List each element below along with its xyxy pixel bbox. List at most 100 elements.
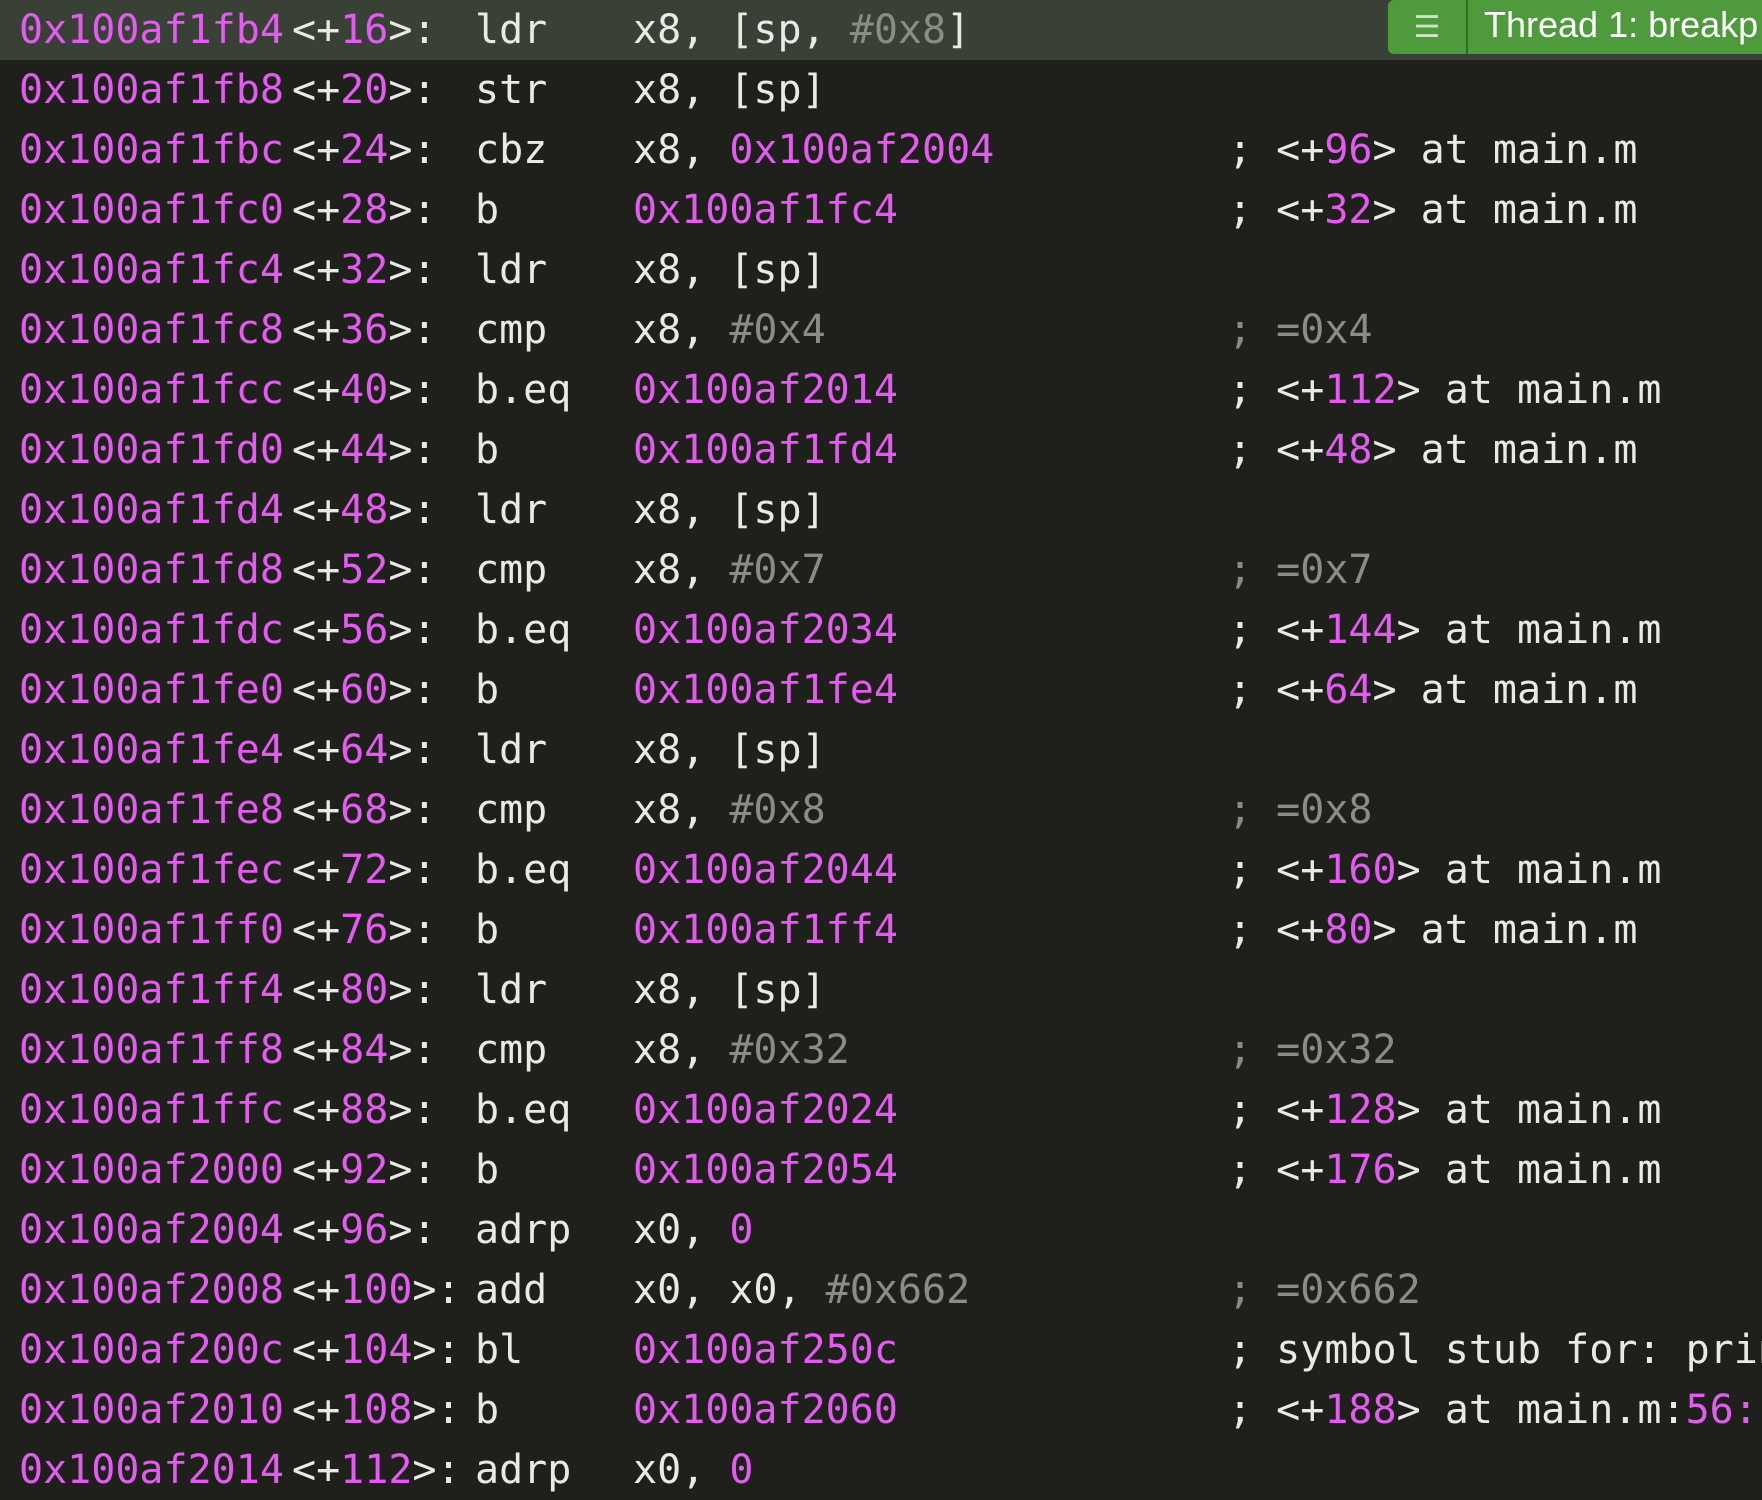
- instruction-address[interactable]: 0x100af1ff4: [19, 960, 284, 1020]
- instruction-address[interactable]: 0x100af2000: [19, 1140, 284, 1200]
- operand-target-address[interactable]: 0x100af1fe4: [633, 667, 898, 713]
- instruction-row[interactable]: 0x100af1fc8 <+36>: cmp x8, #0x4 ; =0x4: [0, 300, 1762, 360]
- operand-registers: x8, [sp]: [633, 967, 826, 1013]
- instruction-row[interactable]: 0x100af1ffc <+88>: b.eq 0x100af2024; <+128>…: [0, 1080, 1762, 1140]
- instruction-address[interactable]: 0x100af1fc4: [19, 240, 284, 300]
- instruction-offset: <+40>:: [292, 360, 437, 420]
- operand-target-address[interactable]: 0x100af1ff4: [633, 907, 898, 953]
- offset-prefix: <+: [292, 307, 341, 353]
- instruction-row[interactable]: 0x100af1fec <+72>: b.eq 0x100af2044; <+160>…: [0, 840, 1762, 900]
- instruction-address[interactable]: 0x100af1fb4: [19, 0, 284, 60]
- instruction-address[interactable]: 0x100af1fd0: [19, 420, 284, 480]
- instruction-address[interactable]: 0x100af1fec: [19, 840, 284, 900]
- instruction-row[interactable]: 0x100af200c <+104>: bl 0x100af250c; symbol …: [0, 1320, 1762, 1380]
- comment-offset-number: 112: [1324, 367, 1397, 413]
- instruction-row[interactable]: 0x100af1fe0 <+60>: b 0x100af1fe4; <+64> at …: [0, 660, 1762, 720]
- instruction-row[interactable]: 0x100af1fc4 <+32>: ldr x8, [sp]: [0, 240, 1762, 300]
- comment-semicolon: ;: [1228, 667, 1253, 713]
- instruction-address[interactable]: 0x100af1fd8: [19, 540, 284, 600]
- operand-target-address[interactable]: 0x100af2044: [633, 847, 898, 893]
- offset-number: 72: [340, 847, 389, 893]
- instruction-address[interactable]: 0x100af1ffc: [19, 1080, 284, 1140]
- operand-target-address[interactable]: 0x100af1fc4: [633, 187, 898, 233]
- instruction-address[interactable]: 0x100af1fe0: [19, 660, 284, 720]
- comment-location: > at main.m: [1372, 667, 1638, 713]
- operand-target-address[interactable]: 0x100af2054: [633, 1147, 898, 1193]
- instruction-address[interactable]: 0x100af2004: [19, 1200, 284, 1260]
- instruction-row[interactable]: 0x100af1fb8 <+20>: str x8, [sp]: [0, 60, 1762, 120]
- comment-offset-number: 96: [1324, 127, 1373, 173]
- instruction-address[interactable]: 0x100af1fc0: [19, 180, 284, 240]
- instruction-row[interactable]: 0x100af1ff8 <+84>: cmp x8, #0x32 ; =0x32: [0, 1020, 1762, 1080]
- instruction-offset: <+108>:: [292, 1380, 461, 1440]
- instruction-address[interactable]: 0x100af1fe4: [19, 720, 284, 780]
- offset-prefix: <+: [292, 367, 341, 413]
- instruction-mnemonic: cmp: [475, 547, 548, 593]
- operand-target-address[interactable]: 0x100af2024: [633, 1087, 898, 1133]
- instruction-address[interactable]: 0x100af1ff8: [19, 1020, 284, 1080]
- operand-target-address[interactable]: 0x100af2034: [633, 607, 898, 653]
- instruction-operands: 0x100af2024: [633, 1080, 898, 1140]
- instruction-row[interactable]: 0x100af1fd8 <+52>: cmp x8, #0x7 ; =0x7: [0, 540, 1762, 600]
- instruction-mnemonic: ldr: [475, 727, 548, 773]
- instruction-row[interactable]: 0x100af1fe8 <+68>: cmp x8, #0x8 ; =0x8: [0, 780, 1762, 840]
- offset-prefix: <+: [292, 1147, 341, 1193]
- instruction-operands: x8, [sp]: [633, 60, 826, 120]
- thread-breakpoint-badge[interactable]: ☰ Thread 1: breakp: [1388, 0, 1762, 54]
- instruction-address[interactable]: 0x100af200c: [19, 1320, 284, 1380]
- instruction-address[interactable]: 0x100af1fd4: [19, 480, 284, 540]
- instruction-offset: <+60>:: [292, 660, 437, 720]
- offset-suffix: >:: [388, 1027, 437, 1073]
- instruction-comment: ; <+160> at main.m: [1228, 840, 1662, 900]
- operand-target-address[interactable]: 0x100af2014: [633, 367, 898, 413]
- instruction-row[interactable]: 0x100af2004 <+96>: adrp x0, 0: [0, 1200, 1762, 1260]
- offset-prefix: <+: [292, 187, 341, 233]
- offset-number: 112: [340, 1447, 413, 1493]
- instruction-address[interactable]: 0x100af2008: [19, 1260, 284, 1320]
- instruction-address[interactable]: 0x100af1fb8: [19, 60, 284, 120]
- offset-suffix: >:: [388, 907, 437, 953]
- offset-number: 108: [340, 1387, 413, 1433]
- instruction-row[interactable]: 0x100af1ff4 <+80>: ldr x8, [sp]: [0, 960, 1762, 1020]
- offset-number: 20: [340, 67, 389, 113]
- instruction-address[interactable]: 0x100af2010: [19, 1380, 284, 1440]
- instruction-offset: <+112>:: [292, 1440, 461, 1500]
- operand-target-address[interactable]: 0x100af1fd4: [633, 427, 898, 473]
- instruction-row[interactable]: 0x100af1fc0 <+28>: b 0x100af1fc4; <+32> at …: [0, 180, 1762, 240]
- comment-line-number: 56:1: [1685, 1387, 1762, 1433]
- instruction-row[interactable]: 0x100af1fd4 <+48>: ldr x8, [sp]: [0, 480, 1762, 540]
- instruction-address[interactable]: 0x100af1fbc: [19, 120, 284, 180]
- comment-constant: ; =0x4: [1228, 307, 1373, 353]
- offset-number: 76: [340, 907, 389, 953]
- instruction-address[interactable]: 0x100af1fc8: [19, 300, 284, 360]
- instruction-row[interactable]: 0x100af1fdc <+56>: b.eq 0x100af2034; <+144>…: [0, 600, 1762, 660]
- instruction-row[interactable]: 0x100af2010 <+108>: b 0x100af2060; <+188> a…: [0, 1380, 1762, 1440]
- instruction-comment: ; =0x662: [1228, 1260, 1421, 1320]
- operand-target-address[interactable]: 0: [729, 1447, 753, 1493]
- instruction-row[interactable]: 0x100af1fd0 <+44>: b 0x100af1fd4; <+48> at …: [0, 420, 1762, 480]
- operand-target-address[interactable]: 0x100af2004: [729, 127, 994, 173]
- instruction-row[interactable]: 0x100af1fbc <+24>: cbz x8, 0x100af2004; <+9…: [0, 120, 1762, 180]
- instruction-row[interactable]: 0x100af2008 <+100>: add x0, x0, #0x662 ; =0x…: [0, 1260, 1762, 1320]
- operand-target-address[interactable]: 0x100af250c: [633, 1327, 898, 1373]
- instruction-row[interactable]: 0x100af1fcc <+40>: b.eq 0x100af2014; <+112>…: [0, 360, 1762, 420]
- instruction-address[interactable]: 0x100af1fcc: [19, 360, 284, 420]
- instruction-offset: <+100>:: [292, 1260, 461, 1320]
- instruction-address[interactable]: 0x100af2014: [19, 1440, 284, 1500]
- list-icon[interactable]: ☰: [1388, 0, 1468, 54]
- offset-suffix: >:: [388, 1207, 437, 1253]
- instruction-address[interactable]: 0x100af1ff0: [19, 900, 284, 960]
- instruction-row[interactable]: 0x100af2014 <+112>: adrp x0, 0: [0, 1440, 1762, 1500]
- disassembly-listing[interactable]: 0x100af1fb4 <+16>: ldr x8, [sp, #0x8] 0x100a…: [0, 0, 1762, 1500]
- instruction-address[interactable]: 0x100af1fdc: [19, 600, 284, 660]
- instruction-mnemonic: add: [475, 1267, 548, 1313]
- operand-target-address[interactable]: 0x100af2060: [633, 1387, 898, 1433]
- offset-number: 96: [340, 1207, 389, 1253]
- operand-target-address[interactable]: 0: [729, 1207, 753, 1253]
- instruction-row[interactable]: 0x100af1ff0 <+76>: b 0x100af1ff4; <+80> at …: [0, 900, 1762, 960]
- instruction-row[interactable]: 0x100af2000 <+92>: b 0x100af2054; <+176> at…: [0, 1140, 1762, 1200]
- comment-location: > at main.m: [1372, 427, 1638, 473]
- instruction-address[interactable]: 0x100af1fe8: [19, 780, 284, 840]
- instruction-row[interactable]: 0x100af1fe4 <+64>: ldr x8, [sp]: [0, 720, 1762, 780]
- comment-semicolon: ;: [1228, 187, 1253, 233]
